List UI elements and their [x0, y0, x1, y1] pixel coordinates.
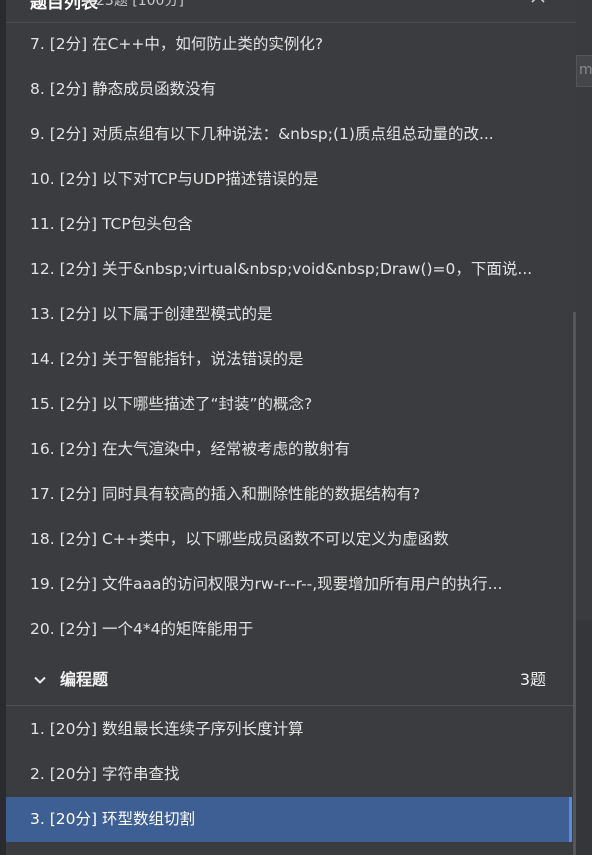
question-item-19[interactable]: 19. [2分] 文件aaa的访问权限为rw-r--r--,现要增加所有用户的执…: [6, 562, 572, 607]
question-item-9[interactable]: 9. [2分] 对质点组有以下几种说法：&nbsp;(1)质点组总动量的改...: [6, 112, 572, 157]
section-header-programming[interactable]: 编程题 3题: [6, 655, 576, 706]
close-icon[interactable]: [530, 0, 546, 4]
question-item-8[interactable]: 8. [2分] 静态成员函数没有: [6, 67, 572, 112]
programming-item-3[interactable]: 3. [20分] 环型数组切割: [6, 797, 572, 842]
programming-item-2[interactable]: 2. [20分] 字符串查找: [6, 752, 572, 797]
question-item-14[interactable]: 14. [2分] 关于智能指针，说法错误的是: [6, 337, 572, 382]
section-count: 3题: [519, 670, 546, 689]
question-item-13[interactable]: 13. [2分] 以下属于创建型模式的是: [6, 292, 572, 337]
question-item-20[interactable]: 20. [2分] 一个4*4的矩阵能用于: [6, 607, 572, 652]
question-item-16[interactable]: 16. [2分] 在大气渲染中，经常被考虑的散射有: [6, 427, 572, 472]
panel-header: 题目列表 共23题 [100分]: [6, 0, 576, 23]
question-item-7[interactable]: 7. [2分] 在C++中，如何防止类的实例化?: [6, 22, 572, 67]
question-item-10[interactable]: 10. [2分] 以下对TCP与UDP描述错误的是: [6, 157, 572, 202]
question-item-17[interactable]: 17. [2分] 同时具有较高的插入和删除性能的数据结构有?: [6, 472, 572, 517]
question-item-11[interactable]: 11. [2分] TCP包头包含: [6, 202, 572, 247]
scrollbar[interactable]: [573, 312, 576, 855]
background-input-text: me: [579, 62, 592, 78]
panel-subtitle: 共23题 [100分]: [82, 0, 184, 9]
programming-item-1[interactable]: 1. [20分] 数组最长连续子序列长度计算: [6, 707, 572, 752]
section-label: 编程题: [60, 670, 109, 689]
background-input-box: me: [576, 55, 592, 87]
chevron-down-icon: [34, 676, 46, 684]
question-item-12[interactable]: 12. [2分] 关于&nbsp;virtual&nbsp;void&nbsp;…: [6, 247, 572, 292]
background-lower-strip: [576, 620, 592, 855]
question-item-18[interactable]: 18. [2分] C++类中，以下哪些成员函数不可以定义为虚函数: [6, 517, 572, 562]
question-item-15[interactable]: 15. [2分] 以下哪些描述了“封装”的概念?: [6, 382, 572, 427]
question-list-panel: 题目列表 共23题 [100分] 7. [2分] 在C++中，如何防止类的实例化…: [6, 0, 576, 855]
